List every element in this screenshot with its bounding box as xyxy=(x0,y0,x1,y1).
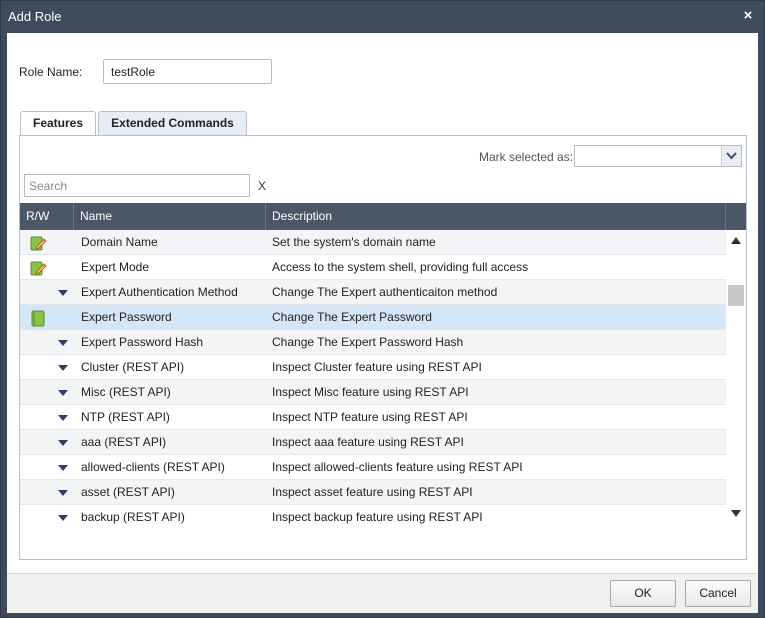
description-cell: Change The Expert Password xyxy=(272,310,432,324)
description-cell: Inspect aaa feature using REST API xyxy=(272,435,464,449)
search-input[interactable] xyxy=(24,174,250,197)
tab-extended-commands[interactable]: Extended Commands xyxy=(98,111,247,135)
dialog-titlebar: Add Role × xyxy=(1,1,764,33)
name-cell: Expert Password xyxy=(81,310,172,324)
rw-cell[interactable] xyxy=(20,280,74,305)
description-cell: Change The Expert authenticaiton method xyxy=(272,285,498,299)
add-role-dialog: Add Role × Role Name: Features Extended … xyxy=(0,0,765,618)
table-row[interactable]: Expert Password Change The Expert Passwor… xyxy=(20,305,726,330)
column-header-name[interactable]: Name xyxy=(74,203,266,230)
name-cell: aaa (REST API) xyxy=(81,435,167,449)
description-cell: Inspect asset feature using REST API xyxy=(272,485,473,499)
name-cell: asset (REST API) xyxy=(81,485,175,499)
close-icon[interactable]: × xyxy=(740,7,756,25)
description-cell: Inspect allowed-clients feature using RE… xyxy=(272,460,523,474)
role-name-input[interactable] xyxy=(103,59,272,84)
chevron-down-icon[interactable] xyxy=(721,146,741,166)
table-row[interactable]: NTP (REST API) Inspect NTP feature using … xyxy=(20,405,726,430)
description-cell: Inspect Cluster feature using REST API xyxy=(272,360,482,374)
scroll-up-arrow-icon[interactable] xyxy=(731,236,741,244)
rw-cell[interactable] xyxy=(20,455,74,480)
grid-scrollbar[interactable] xyxy=(726,230,746,525)
table-row[interactable]: Expert Authentication Method Change The E… xyxy=(20,280,726,305)
caret-down-icon[interactable] xyxy=(58,464,68,472)
rw-cell[interactable] xyxy=(20,405,74,430)
table-row[interactable]: aaa (REST API) Inspect aaa feature using … xyxy=(20,430,726,455)
table-row[interactable]: allowed-clients (REST API) Inspect allowe… xyxy=(20,455,726,480)
grid-body: Domain Name Set the system's domain name E… xyxy=(20,230,726,525)
name-cell: Expert Mode xyxy=(81,260,150,274)
name-cell: backup (REST API) xyxy=(81,510,185,524)
tab-features[interactable]: Features xyxy=(20,111,96,136)
description-cell: Inspect Misc feature using REST API xyxy=(272,385,469,399)
rw-cell[interactable] xyxy=(20,380,74,405)
column-header-rw[interactable]: R/W xyxy=(20,203,74,230)
caret-down-icon[interactable] xyxy=(58,289,68,297)
column-header-description[interactable]: Description xyxy=(266,203,726,230)
rw-cell[interactable] xyxy=(20,430,74,455)
rw-cell[interactable] xyxy=(20,305,74,330)
name-cell: Expert Authentication Method xyxy=(81,285,238,299)
features-grid: R/W Name Description Domain Name Set the … xyxy=(20,203,746,525)
name-cell: Expert Password Hash xyxy=(81,335,204,349)
mark-selected-label: Mark selected as: xyxy=(479,150,574,164)
rw-cell[interactable] xyxy=(20,355,74,380)
rw-cell[interactable] xyxy=(20,230,74,255)
caret-down-icon[interactable] xyxy=(58,414,68,422)
description-cell: Inspect backup feature using REST API xyxy=(272,510,483,524)
dialog-body: Role Name: Features Extended Commands Ma… xyxy=(7,33,758,573)
cancel-button[interactable]: Cancel xyxy=(685,580,751,607)
description-cell: Set the system's domain name xyxy=(272,235,436,249)
scroll-down-arrow-icon[interactable] xyxy=(731,510,741,518)
caret-down-icon[interactable] xyxy=(58,339,68,347)
rw-cell[interactable] xyxy=(20,255,74,280)
name-cell: allowed-clients (REST API) xyxy=(81,460,225,474)
table-row[interactable]: backup (REST API) Inspect backup feature … xyxy=(20,505,726,525)
dialog-footer: OK Cancel xyxy=(7,573,758,613)
caret-down-icon[interactable] xyxy=(58,489,68,497)
name-cell: NTP (REST API) xyxy=(81,410,170,424)
mark-selected-dropdown[interactable] xyxy=(574,145,742,167)
clear-search-button[interactable]: X xyxy=(258,179,266,193)
rw-cell[interactable] xyxy=(20,505,74,525)
features-panel: Mark selected as: X R/W Name Description… xyxy=(19,135,747,560)
table-row[interactable]: Domain Name Set the system's domain name xyxy=(20,230,726,255)
description-cell: Change The Expert Password Hash xyxy=(272,335,464,349)
caret-down-icon[interactable] xyxy=(58,364,68,372)
name-cell: Misc (REST API) xyxy=(81,385,171,399)
pencil-icon[interactable] xyxy=(29,234,47,252)
table-row[interactable]: Expert Mode Access to the system shell, p… xyxy=(20,255,726,280)
table-row[interactable]: asset (REST API) Inspect asset feature us… xyxy=(20,480,726,505)
dialog-title: Add Role xyxy=(8,9,62,24)
table-row[interactable]: Cluster (REST API) Inspect Cluster featur… xyxy=(20,355,726,380)
book-icon[interactable] xyxy=(29,309,47,327)
table-row[interactable]: Misc (REST API) Inspect Misc feature usin… xyxy=(20,380,726,405)
role-name-label: Role Name: xyxy=(19,65,83,79)
description-cell: Inspect NTP feature using REST API xyxy=(272,410,468,424)
pencil-icon[interactable] xyxy=(29,259,47,277)
rw-cell[interactable] xyxy=(20,480,74,505)
table-row[interactable]: Expert Password Hash Change The Expert Pa… xyxy=(20,330,726,355)
description-cell: Access to the system shell, providing fu… xyxy=(272,260,529,274)
name-cell: Domain Name xyxy=(81,235,158,249)
rw-cell[interactable] xyxy=(20,330,74,355)
caret-down-icon[interactable] xyxy=(58,514,68,522)
caret-down-icon[interactable] xyxy=(58,389,68,397)
caret-down-icon[interactable] xyxy=(58,439,68,447)
ok-button[interactable]: OK xyxy=(610,580,676,607)
grid-header: R/W Name Description xyxy=(20,203,746,230)
name-cell: Cluster (REST API) xyxy=(81,360,185,374)
scroll-thumb[interactable] xyxy=(728,285,744,306)
